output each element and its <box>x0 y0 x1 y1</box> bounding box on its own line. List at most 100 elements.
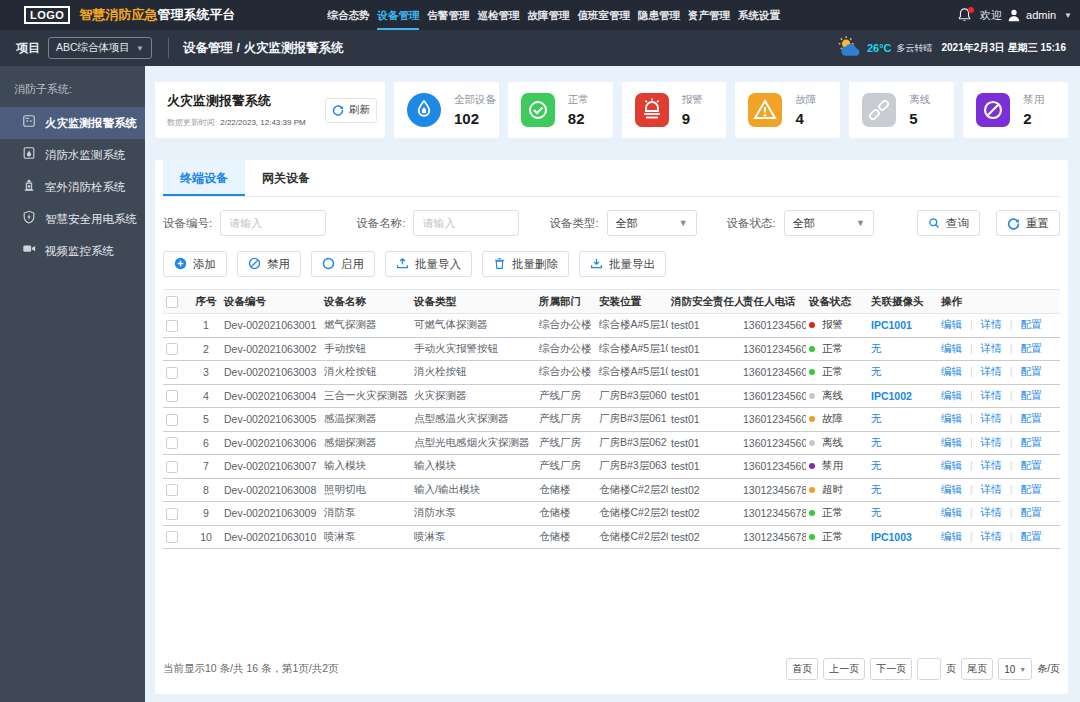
row-checkbox[interactable] <box>166 414 178 426</box>
col-header-6: 安装位置 <box>596 290 668 314</box>
camera-link[interactable]: IPC1002 <box>871 390 912 402</box>
nav-item-2[interactable]: 告警管理 <box>427 0 469 30</box>
row-checkbox[interactable] <box>166 437 178 449</box>
camera-link[interactable]: 无 <box>871 412 882 424</box>
nav-item-4[interactable]: 故障管理 <box>527 0 569 30</box>
row-checkbox[interactable] <box>166 508 178 520</box>
project-select[interactable]: ABC综合体项目 ▼ <box>48 37 152 59</box>
op-1-link[interactable]: 详情 <box>981 436 1002 448</box>
device-status-select[interactable]: 全部▼ <box>784 210 874 236</box>
op-2-link[interactable]: 配置 <box>1020 530 1041 542</box>
op-2-link[interactable]: 配置 <box>1020 342 1041 354</box>
user-menu-chevron-icon[interactable]: ▼ <box>1064 11 1072 20</box>
sidebar-item-2[interactable]: 室外消防栓系统 <box>0 171 145 203</box>
op-1-link[interactable]: 详情 <box>981 389 1002 401</box>
select-all-checkbox[interactable] <box>166 296 178 308</box>
op-0-link[interactable]: 编辑 <box>941 318 962 330</box>
op-0-link[interactable]: 编辑 <box>941 365 962 377</box>
op-1-link[interactable]: 详情 <box>981 530 1002 542</box>
device-no-input[interactable] <box>220 210 326 236</box>
sidebar-item-3[interactable]: 智慧安全用电系统 <box>0 203 145 235</box>
next-page-button[interactable]: 下一页 <box>870 658 912 680</box>
tab-0[interactable]: 终端设备 <box>163 160 245 196</box>
row-checkbox[interactable] <box>166 390 178 402</box>
op-0-link[interactable]: 编辑 <box>941 389 962 401</box>
camera-link[interactable]: 无 <box>871 506 882 518</box>
op-2-link[interactable]: 配置 <box>1020 318 1041 330</box>
op-2-link[interactable]: 配置 <box>1020 506 1041 518</box>
op-0-link[interactable]: 编辑 <box>941 436 962 448</box>
sidebar-item-1[interactable]: 消防水监测系统 <box>0 139 145 171</box>
temperature: 26°C <box>867 42 892 54</box>
username[interactable]: admin <box>1026 9 1056 21</box>
page-number-input[interactable] <box>917 658 941 680</box>
camera-link[interactable]: 无 <box>871 459 882 471</box>
nav-item-3[interactable]: 巡检管理 <box>477 0 519 30</box>
action-export-button[interactable]: 批量导出 <box>579 251 666 277</box>
app-title: 智慧消防应急管理系统平台 <box>79 6 235 24</box>
op-1-link[interactable]: 详情 <box>981 318 1002 330</box>
action-forbid-button[interactable]: 禁用 <box>237 251 301 277</box>
device-name-label: 设备名称: <box>356 216 405 231</box>
op-0-link[interactable]: 编辑 <box>941 506 962 518</box>
weather-icon <box>834 35 862 62</box>
reset-button[interactable]: 重置 <box>996 210 1060 236</box>
action-add-button[interactable]: 添加 <box>163 251 227 277</box>
op-1-link[interactable]: 详情 <box>981 365 1002 377</box>
all-devices-icon <box>407 93 441 127</box>
nav-item-8[interactable]: 系统设置 <box>738 0 780 30</box>
camera-link[interactable]: 无 <box>871 342 882 354</box>
video-monitor-icon <box>22 242 36 260</box>
first-page-button[interactable]: 首页 <box>786 658 818 680</box>
device-name-input[interactable] <box>413 210 519 236</box>
sidebar-item-0[interactable]: 火灾监测报警系统 <box>0 107 145 139</box>
nav-item-0[interactable]: 综合态势 <box>327 0 369 30</box>
row-checkbox[interactable] <box>166 320 178 332</box>
op-0-link[interactable]: 编辑 <box>941 483 962 495</box>
row-checkbox[interactable] <box>166 531 178 543</box>
nav-item-7[interactable]: 资产管理 <box>688 0 730 30</box>
camera-link[interactable]: 无 <box>871 365 882 377</box>
op-2-link[interactable]: 配置 <box>1020 412 1041 424</box>
op-1-link[interactable]: 详情 <box>981 459 1002 471</box>
last-page-button[interactable]: 尾页 <box>961 658 993 680</box>
camera-link[interactable]: IPC1003 <box>871 531 912 543</box>
op-2-link[interactable]: 配置 <box>1020 459 1041 471</box>
nav-item-1[interactable]: 设备管理 <box>377 0 419 30</box>
action-import-button[interactable]: 批量导入 <box>385 251 472 277</box>
camera-link[interactable]: IPC1001 <box>871 319 912 331</box>
row-checkbox[interactable] <box>166 367 178 379</box>
op-1-link[interactable]: 详情 <box>981 506 1002 518</box>
op-2-link[interactable]: 配置 <box>1020 389 1041 401</box>
op-0-link[interactable]: 编辑 <box>941 342 962 354</box>
notification-bell-icon[interactable] <box>957 7 972 23</box>
updated-value: 2/22/2023, 12:43:39 PM <box>220 118 305 127</box>
row-checkbox[interactable] <box>166 343 178 355</box>
stat-card-0: 全部设备102 <box>394 82 499 138</box>
tab-1[interactable]: 网关设备 <box>245 160 327 196</box>
op-2-link[interactable]: 配置 <box>1020 365 1041 377</box>
op-1-link[interactable]: 详情 <box>981 342 1002 354</box>
op-2-link[interactable]: 配置 <box>1020 436 1041 448</box>
op-2-link[interactable]: 配置 <box>1020 483 1041 495</box>
row-checkbox[interactable] <box>166 461 178 473</box>
op-0-link[interactable]: 编辑 <box>941 530 962 542</box>
camera-link[interactable]: 无 <box>871 483 882 495</box>
op-0-link[interactable]: 编辑 <box>941 412 962 424</box>
sidebar-item-4[interactable]: 视频监控系统 <box>0 235 145 267</box>
op-1-link[interactable]: 详情 <box>981 412 1002 424</box>
camera-link[interactable]: 无 <box>871 436 882 448</box>
op-0-link[interactable]: 编辑 <box>941 459 962 471</box>
action-enable-button[interactable]: 启用 <box>311 251 375 277</box>
nav-item-6[interactable]: 隐患管理 <box>638 0 680 30</box>
refresh-button[interactable]: 刷新 <box>325 98 377 123</box>
device-type-select[interactable]: 全部▼ <box>607 210 697 236</box>
op-1-link[interactable]: 详情 <box>981 483 1002 495</box>
row-checkbox[interactable] <box>166 484 178 496</box>
nav-item-5[interactable]: 值班室管理 <box>577 0 630 30</box>
action-delete-button[interactable]: 批量删除 <box>482 251 569 277</box>
page-size-select[interactable]: 10▼ <box>998 658 1032 680</box>
updated-label: 数据更新时间: <box>167 118 217 127</box>
search-button[interactable]: 查询 <box>917 210 980 236</box>
prev-page-button[interactable]: 上一页 <box>823 658 865 680</box>
